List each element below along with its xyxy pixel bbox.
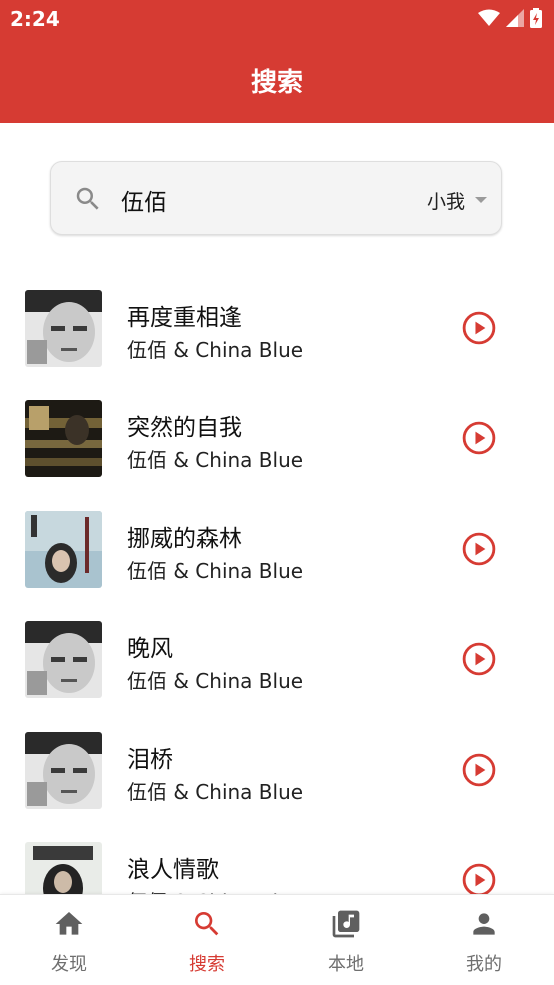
song-row[interactable]: 再度重相逢 伍佰 & China Blue — [0, 272, 554, 382]
chevron-down-icon — [475, 197, 487, 203]
song-list: 再度重相逢 伍佰 & China Blue 突然的自我 伍佰 & China B… — [0, 272, 554, 894]
status-icons — [478, 8, 542, 28]
battery-icon — [530, 8, 542, 28]
song-row[interactable]: 浪人情歌 伍佰 & China Blue — [0, 824, 554, 894]
play-circle-icon[interactable] — [462, 421, 496, 455]
song-artist: 伍佰 & China Blue — [127, 559, 304, 583]
song-title: 泪桥 — [127, 747, 173, 773]
nav-label: 发现 — [51, 954, 87, 975]
album-cover — [25, 732, 102, 809]
music-library-icon — [332, 910, 360, 938]
play-circle-icon[interactable] — [462, 532, 496, 566]
album-cover — [25, 511, 102, 588]
play-circle-icon[interactable] — [462, 642, 496, 676]
song-artist: 伍佰 & China Blue — [127, 780, 304, 804]
album-cover — [25, 621, 102, 698]
search-icon — [195, 912, 219, 936]
nav-item-search[interactable]: 搜索 — [138, 895, 276, 985]
nav-label: 我的 — [466, 954, 502, 975]
song-title: 挪威的森林 — [127, 526, 242, 552]
song-title: 突然的自我 — [127, 415, 242, 441]
person-icon — [473, 913, 495, 935]
app-bar: 搜索 — [0, 36, 554, 123]
nav-item-mine[interactable]: 我的 — [415, 895, 553, 985]
home-icon — [55, 912, 83, 935]
song-row[interactable]: 挪威的森林 伍佰 & China Blue — [0, 493, 554, 603]
source-dropdown[interactable]: 小我 — [427, 186, 487, 214]
song-artist: 伍佰 & China Blue — [127, 669, 304, 693]
song-artist: 伍佰 & China Blue — [127, 338, 304, 362]
nav-item-local[interactable]: 本地 — [277, 895, 415, 985]
search-icon — [76, 187, 99, 210]
song-row[interactable]: 突然的自我 伍佰 & China Blue — [0, 382, 554, 492]
play-circle-icon[interactable] — [462, 863, 496, 894]
song-row[interactable]: 晚风 伍佰 & China Blue — [0, 603, 554, 713]
search-bar: 小我 — [50, 161, 502, 235]
song-artist: 伍佰 & China Blue — [127, 448, 304, 472]
album-cover — [25, 842, 102, 894]
search-input[interactable] — [119, 182, 383, 218]
nav-label: 搜索 — [189, 954, 225, 975]
signal-icon — [506, 9, 524, 27]
nav-item-discover[interactable]: 发现 — [0, 895, 138, 985]
page-title: 搜索 — [250, 68, 303, 98]
wifi-icon — [478, 9, 500, 26]
song-title: 浪人情歌 — [127, 857, 219, 883]
song-row[interactable]: 泪桥 伍佰 & China Blue — [0, 714, 554, 824]
play-circle-icon[interactable] — [462, 753, 496, 787]
source-dropdown-label: 小我 — [426, 190, 465, 213]
nav-label: 本地 — [328, 954, 364, 975]
bottom-nav: 发现 搜索 本地 我的 — [0, 894, 554, 985]
song-artist: 伍佰 & China Blue — [127, 886, 303, 894]
song-title: 再度重相逢 — [127, 305, 242, 331]
song-title: 晚风 — [127, 636, 173, 662]
status-bar: 2:24 — [0, 0, 554, 36]
album-cover — [25, 290, 102, 367]
play-circle-icon[interactable] — [462, 311, 496, 345]
status-time: 2:24 — [10, 7, 60, 31]
album-cover — [25, 400, 102, 477]
